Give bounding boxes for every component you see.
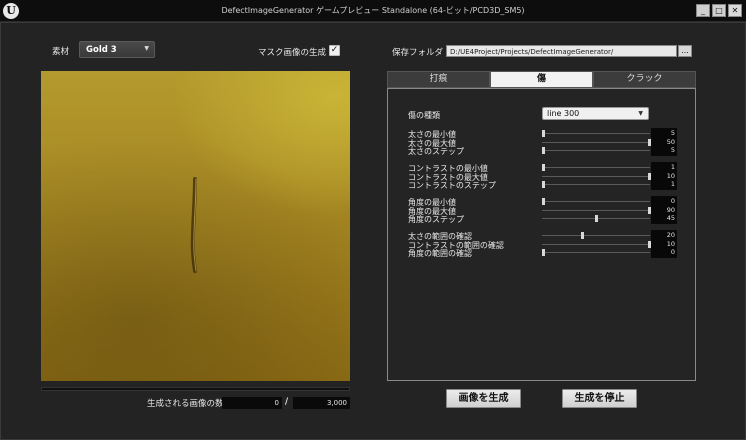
tab-crack[interactable]: クラック [593, 71, 696, 88]
window-title: DefectImageGenerator ゲームプレビュー Standalone… [221, 6, 525, 15]
param-slider[interactable] [542, 249, 650, 256]
slider-thumb[interactable] [542, 147, 545, 154]
stop-button[interactable]: 生成を停止 [562, 389, 637, 408]
tab-dent[interactable]: 打痕 [387, 71, 490, 88]
generate-button[interactable]: 画像を生成 [446, 389, 521, 408]
scratch-type-value: line 300 [547, 109, 580, 118]
param-value[interactable]: 45 [651, 214, 677, 222]
slider-thumb[interactable] [595, 215, 598, 222]
generated-total[interactable]: 3,000 [293, 397, 350, 409]
mask-label: マスク画像の生成 [258, 48, 327, 58]
scratch-type-label: 傷の種類 [408, 111, 440, 120]
window-controls: _ □ ✕ [696, 4, 742, 17]
check-icon: ✓ [330, 45, 339, 55]
mask-checkbox[interactable]: ✓ [329, 45, 340, 56]
chevron-down-icon: ▼ [638, 110, 643, 117]
preview-image [41, 71, 350, 381]
generated-count-label: 生成される画像の数 [147, 399, 224, 409]
save-folder-path[interactable]: D:/UE4Project/Projects/DefectImageGenera… [446, 45, 677, 57]
minimize-button[interactable]: _ [696, 4, 710, 17]
material-dropdown[interactable]: Gold 3 ▼ [79, 41, 155, 58]
param-value[interactable]: 0 [651, 248, 677, 256]
param-value[interactable]: 90 [651, 206, 677, 214]
scratch-defect [190, 177, 197, 273]
title-bar: U DefectImageGenerator ゲームプレビュー Standalo… [0, 0, 746, 22]
slider-thumb[interactable] [542, 249, 545, 256]
param-label: 角度の範囲の確認 [408, 249, 472, 258]
count-separator: / [285, 397, 289, 407]
slider-thumb[interactable] [542, 181, 545, 188]
tab-bar: 打痕 傷 クラック [387, 71, 696, 88]
param-slider[interactable] [542, 139, 651, 146]
tab-scratch[interactable]: 傷 [490, 71, 593, 88]
param-slider[interactable] [542, 198, 650, 205]
param-slider[interactable] [542, 173, 651, 180]
param-slider[interactable] [542, 147, 650, 154]
progress-bar [41, 387, 350, 391]
param-slider[interactable] [542, 215, 650, 222]
material-label: 素材 [52, 47, 70, 57]
param-slider[interactable] [542, 207, 651, 214]
param-value[interactable]: 20 [651, 231, 677, 239]
param-value[interactable]: 50 [651, 138, 677, 146]
param-value[interactable]: 5 [651, 146, 677, 154]
param-slider[interactable] [542, 164, 650, 171]
chevron-down-icon: ▼ [144, 45, 149, 52]
browse-button[interactable]: ... [678, 45, 692, 57]
param-value[interactable]: 5 [651, 129, 677, 137]
save-folder-label: 保存フォルダ [392, 48, 444, 58]
param-value[interactable]: 10 [651, 240, 677, 248]
param-value[interactable]: 1 [651, 180, 677, 188]
param-slider[interactable] [542, 181, 650, 188]
param-slider[interactable] [542, 130, 650, 137]
slider-thumb[interactable] [542, 164, 545, 171]
maximize-button[interactable]: □ [712, 4, 726, 17]
param-label: 角度のステップ [408, 215, 464, 224]
slider-thumb[interactable] [581, 232, 585, 239]
param-slider[interactable] [542, 241, 651, 248]
material-value: Gold 3 [86, 45, 117, 55]
scratch-type-dropdown[interactable]: line 300 ▼ [542, 107, 649, 120]
param-value[interactable]: 1 [651, 163, 677, 171]
param-value[interactable]: 0 [651, 197, 677, 205]
param-value[interactable]: 10 [651, 172, 677, 180]
slider-thumb[interactable] [542, 198, 545, 205]
param-label: コントラストのステップ [408, 181, 496, 190]
slider-thumb[interactable] [542, 130, 545, 137]
generated-current: 0 [222, 397, 282, 409]
close-button[interactable]: ✕ [728, 4, 742, 17]
param-slider[interactable] [542, 232, 650, 239]
param-label: 太さのステップ [408, 147, 464, 156]
